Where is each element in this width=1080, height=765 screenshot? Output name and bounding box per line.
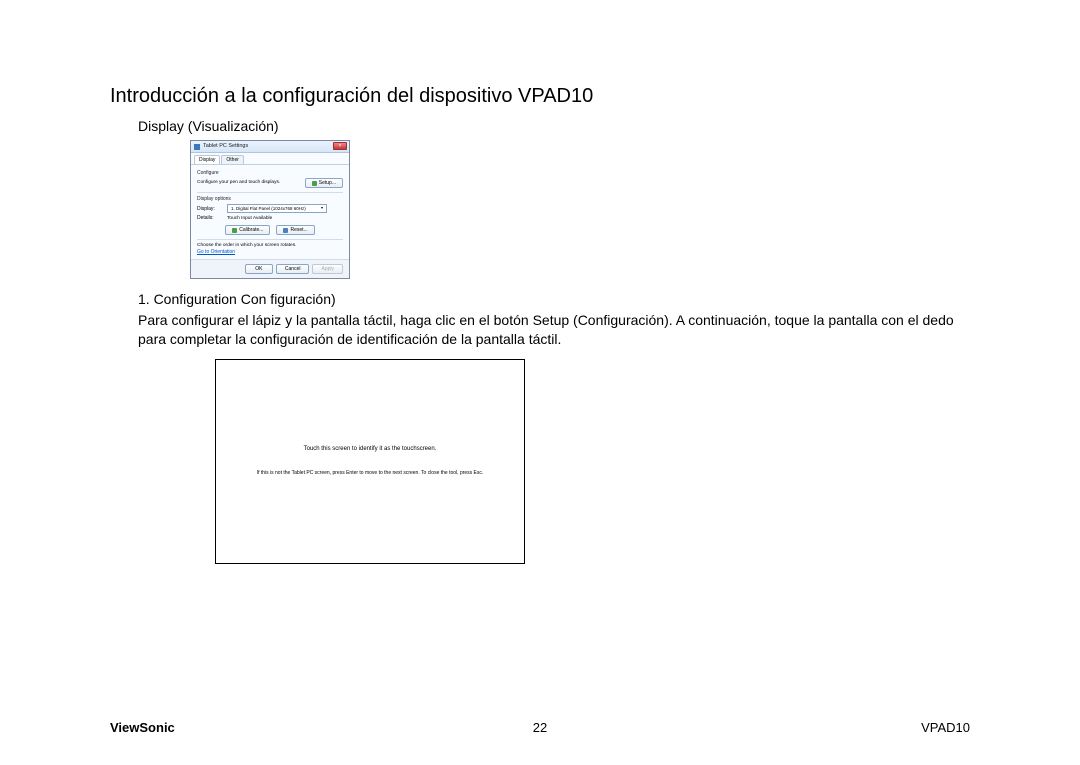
touch-instruction-secondary: If this is not the Tablet PC screen, pre… xyxy=(257,470,484,476)
window-title: Tablet PC Settings xyxy=(203,143,248,150)
page-footer: ViewSonic 22 VPAD10 xyxy=(110,720,970,735)
touchscreen-identify-panel: Touch this screen to identify it as the … xyxy=(215,359,525,564)
footer-brand: ViewSonic xyxy=(110,720,175,735)
target-icon xyxy=(232,228,237,233)
display-value: 1. Digital Flat Panel (1024x768 60Hz) xyxy=(231,206,306,211)
tab-other[interactable]: Other xyxy=(221,155,244,164)
cancel-button[interactable]: Cancel xyxy=(276,264,310,274)
tab-display[interactable]: Display xyxy=(194,155,220,164)
setup-button[interactable]: Setup... xyxy=(305,178,343,188)
footer-page-number: 22 xyxy=(533,720,547,735)
reset-icon xyxy=(283,228,288,233)
setup-label: Setup... xyxy=(319,180,336,186)
display-subheading: Display (Visualización) xyxy=(138,118,970,134)
reset-label: Reset... xyxy=(290,227,307,233)
configure-description: Configure your pen and touch displays. xyxy=(197,180,305,186)
window-button-row: OK Cancel Apply xyxy=(191,259,349,278)
chevron-down-icon: ▾ xyxy=(321,206,323,211)
divider xyxy=(197,192,343,193)
configure-group-label: Configure xyxy=(197,170,343,176)
orientation-link[interactable]: Go to Orientation xyxy=(197,249,235,255)
divider xyxy=(197,239,343,240)
touch-instruction-primary: Touch this screen to identify it as the … xyxy=(304,446,437,452)
tablet-pc-settings-window: Tablet PC Settings × Display Other Confi… xyxy=(190,140,350,279)
apply-button[interactable]: Apply xyxy=(312,264,343,274)
reset-button[interactable]: Reset... xyxy=(276,225,314,235)
details-value: Touch Input Available xyxy=(227,216,272,222)
calibrate-button[interactable]: Calibrate... xyxy=(225,225,270,235)
gear-icon xyxy=(312,181,317,186)
display-dropdown[interactable]: 1. Digital Flat Panel (1024x768 60Hz) ▾ xyxy=(227,204,327,213)
display-options-label: Display options xyxy=(197,196,343,202)
details-field-label: Details: xyxy=(197,215,227,221)
footer-model: VPAD10 xyxy=(921,720,970,735)
close-button[interactable]: × xyxy=(333,142,347,150)
tab-strip: Display Other xyxy=(191,153,349,165)
controlpanel-icon xyxy=(194,144,200,150)
page-heading: Introducción a la configuración del disp… xyxy=(110,85,970,108)
config-step-label: 1. Configuration Con figuración) xyxy=(138,291,970,307)
body-paragraph: Para configurar el lápiz y la pantalla t… xyxy=(138,311,970,349)
window-titlebar[interactable]: Tablet PC Settings × xyxy=(191,141,349,153)
window-body: Configure Configure your pen and touch d… xyxy=(191,165,349,259)
calibrate-label: Calibrate... xyxy=(239,227,263,233)
display-field-label: Display: xyxy=(197,206,227,212)
ok-button[interactable]: OK xyxy=(245,264,273,274)
